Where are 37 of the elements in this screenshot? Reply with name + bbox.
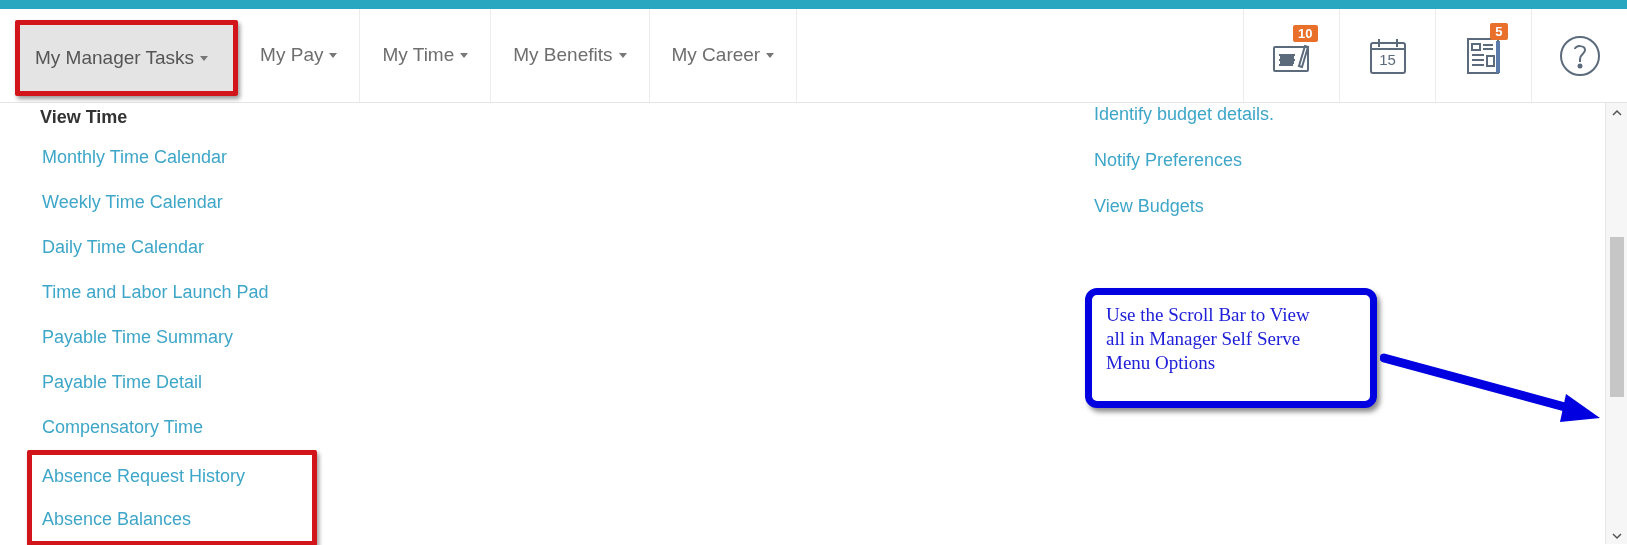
menu-link[interactable]: Notify Preferences [1050, 149, 1605, 195]
nav-tab[interactable]: My Pay [238, 9, 361, 102]
toolbar-button[interactable]: 15 [1339, 9, 1435, 102]
nav-tab[interactable]: My Benefits [491, 9, 650, 102]
caret-icon [329, 53, 338, 58]
menu-link[interactable]: Weekly Time Calendar [0, 180, 1050, 225]
menu-link[interactable]: Compensatory Time [0, 405, 1050, 450]
scroll-bar[interactable] [1605, 103, 1627, 544]
menu-link[interactable]: Absence Balances [32, 498, 312, 541]
calendar-icon [1368, 36, 1407, 75]
nav-tab[interactable]: My Manager Tasks [15, 20, 239, 96]
toolbar-button[interactable]: 10 [1243, 9, 1339, 102]
count-badge: 10 [1293, 24, 1318, 43]
nav-tab[interactable]: My Career [649, 9, 798, 102]
scroll-down-icon[interactable] [1611, 532, 1622, 540]
menu-link[interactable]: Daily Time Calendar [0, 225, 1050, 270]
menu-link[interactable]: Time and Labor Launch Pad [0, 270, 1050, 315]
caret-icon [766, 53, 775, 58]
menu-link[interactable]: View Budgets [1050, 195, 1605, 241]
caret-icon [460, 53, 469, 58]
scroll-up-icon[interactable] [1611, 109, 1622, 117]
count-badge: 5 [1490, 22, 1508, 41]
menu-link[interactable]: Monthly Time Calendar [0, 135, 1050, 180]
document-icon [1465, 36, 1502, 75]
menu-heading: View Time [39, 106, 129, 128]
caret-icon [200, 55, 209, 61]
nav-tab[interactable]: My Time [360, 9, 492, 102]
menu-link[interactable]: Identify budget details. [1050, 103, 1605, 149]
help-icon [1558, 34, 1601, 77]
menu-link[interactable]: Payable Time Detail [0, 360, 1050, 405]
menu-link[interactable]: Payable Time Summary [0, 315, 1050, 360]
menu-link[interactable]: Absence Request History [32, 455, 312, 498]
scroll-thumb[interactable] [1609, 237, 1624, 397]
toolbar-button[interactable]: 5 [1435, 9, 1531, 102]
calendar-day: 15 [1368, 51, 1407, 67]
caret-icon [618, 53, 627, 58]
callout-note: Use the Scroll Bar to View all in Manager Self Serve Menu Options [1085, 288, 1377, 408]
